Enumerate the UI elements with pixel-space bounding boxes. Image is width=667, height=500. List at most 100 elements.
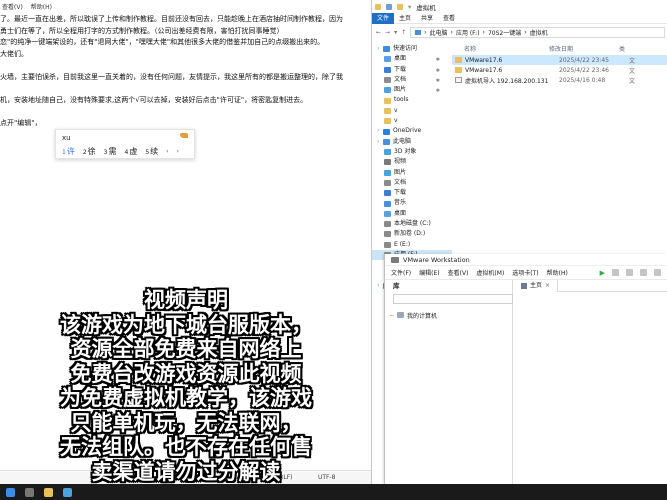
- taskbar-app-icon[interactable]: [25, 487, 34, 497]
- collapse-icon[interactable]: −: [389, 312, 394, 319]
- breadcrumb-item[interactable]: 此电脑: [430, 28, 448, 37]
- text-line: 了。最近一直在出差，所以耽误了上传和制作教程。目前还没有回去，只能趁晚上在酒店抽…: [0, 15, 343, 23]
- menu-view[interactable]: 查看(V): [2, 2, 23, 11]
- vm-menu-file[interactable]: 文件(F): [391, 268, 411, 277]
- nav-item[interactable]: 图片 ✱: [372, 85, 452, 95]
- nav-item[interactable]: 本地磁盘 (C:): [372, 219, 452, 229]
- toolbar-icon[interactable]: [612, 269, 619, 276]
- properties-icon[interactable]: [386, 3, 392, 10]
- expand-chevron-icon[interactable]: ›: [377, 137, 381, 147]
- nav-item[interactable]: 文档 ✱: [372, 75, 452, 85]
- nav-item-label: 视频: [394, 158, 407, 166]
- vm-menu-vm[interactable]: 虚拟机(M): [476, 268, 504, 277]
- library-list: − 我的计算机: [389, 310, 437, 320]
- column-type[interactable]: 类: [619, 44, 625, 54]
- ime-candidate[interactable]: 4虚: [124, 146, 137, 157]
- folder-icon: [375, 3, 381, 10]
- nav-item[interactable]: 下载: [372, 188, 452, 198]
- nav-item[interactable]: › 快速访问: [372, 44, 452, 54]
- nav-item-label: 下载: [394, 189, 407, 197]
- folder-icon: [455, 57, 462, 63]
- menu-help[interactable]: 帮助(H): [31, 2, 52, 11]
- text-line: [0, 60, 371, 72]
- expand-chevron-icon[interactable]: ›: [377, 44, 381, 54]
- explorer-title: 虚拟机: [416, 3, 436, 12]
- ribbon-tab-home[interactable]: 主页: [394, 13, 416, 24]
- nav-item-label: 音乐: [394, 199, 407, 207]
- notepad-text-area[interactable]: 了。最近一直在出差，所以耽误了上传和制作教程。目前还没有回去，只能趁晚上在酒店抽…: [0, 14, 371, 129]
- vm-menu-view[interactable]: 查看(V): [448, 268, 469, 277]
- vmware-logo-icon: [391, 256, 399, 263]
- address-bar[interactable]: › 此电脑 › 应用 (F:) › 70S2一键端 › 虚拟机: [410, 26, 665, 38]
- file-explorer-taskbar-icon[interactable]: [44, 487, 53, 497]
- nav-item-icon: [384, 66, 391, 73]
- library-search-input[interactable]: [393, 294, 513, 304]
- nav-item[interactable]: 下载 ✱: [372, 65, 452, 75]
- ime-next-page-icon[interactable]: ›: [177, 148, 179, 155]
- nav-item-icon: [384, 97, 391, 104]
- forward-arrow-icon[interactable]: →: [385, 29, 390, 36]
- vm-menu-edit[interactable]: 编辑(E): [419, 268, 439, 277]
- breadcrumb-separator: ›: [424, 28, 427, 36]
- power-on-icon[interactable]: ▶: [600, 269, 605, 277]
- tab-home[interactable]: 主页 ×: [514, 279, 559, 292]
- breadcrumb-item[interactable]: 应用 (F:): [456, 28, 480, 37]
- nav-item[interactable]: E (E:): [372, 240, 452, 250]
- ime-candidate[interactable]: 3需: [104, 146, 117, 157]
- ribbon-tab-view[interactable]: 查看: [438, 13, 460, 24]
- library-item[interactable]: − 我的计算机: [389, 310, 437, 320]
- ribbon-tab-share[interactable]: 共享: [416, 13, 438, 24]
- nav-item[interactable]: v: [372, 116, 452, 126]
- column-name[interactable]: 名称: [452, 44, 549, 54]
- column-date[interactable]: 修改日期: [549, 44, 619, 54]
- nav-item-label: 图片: [394, 86, 407, 94]
- breadcrumb-item[interactable]: 70S2一键端: [488, 28, 521, 37]
- toolbar-icon[interactable]: [626, 269, 633, 276]
- up-arrow-icon[interactable]: ↑: [401, 29, 406, 36]
- nav-item[interactable]: 音乐: [372, 198, 452, 208]
- text-line: [0, 83, 371, 95]
- ime-prev-page-icon[interactable]: ‹: [166, 148, 168, 155]
- breadcrumb-separator: ›: [524, 28, 527, 36]
- vmware-tab-strip: 主页 ×: [514, 279, 667, 292]
- ribbon-tab-file[interactable]: 文件: [372, 12, 395, 24]
- toolbar-icon[interactable]: [640, 269, 647, 276]
- vm-menu-help[interactable]: 帮助(H): [547, 268, 568, 277]
- new-folder-icon[interactable]: [397, 3, 403, 10]
- nav-item[interactable]: tools: [372, 95, 452, 105]
- nav-item-icon: [384, 221, 391, 228]
- toolbar-icon[interactable]: [654, 269, 661, 276]
- nav-item[interactable]: 文档: [372, 178, 452, 188]
- close-tab-icon[interactable]: ×: [545, 280, 550, 292]
- back-arrow-icon[interactable]: ←: [376, 29, 381, 36]
- nav-item[interactable]: › 此电脑: [372, 137, 452, 147]
- start-icon[interactable]: [6, 487, 15, 497]
- file-row[interactable]: VMware17.6 2025/4/22 23:46 文: [452, 65, 667, 75]
- file-row[interactable]: VMware17.6 2025/4/22 23:45 文: [452, 55, 667, 65]
- nav-item[interactable]: v: [372, 106, 452, 116]
- vmware-library: 库 − 我的计算机: [385, 280, 513, 484]
- quick-access-dropdown-icon[interactable]: ▾: [408, 3, 411, 11]
- expand-chevron-icon[interactable]: ›: [377, 126, 381, 136]
- nav-item[interactable]: 桌面 ✱: [372, 54, 452, 64]
- ime-candidate[interactable]: 1许: [62, 146, 75, 157]
- nav-item[interactable]: 图片: [372, 168, 452, 178]
- ime-candidate[interactable]: 5续: [145, 146, 158, 157]
- nav-item[interactable]: 视频: [372, 157, 452, 167]
- ime-candidate[interactable]: 2徐: [83, 146, 96, 157]
- nav-item[interactable]: 3D 对象: [372, 147, 452, 157]
- vm-menu-tabs[interactable]: 选项卡(T): [512, 268, 538, 277]
- nav-item-label: tools: [394, 96, 409, 104]
- recent-dropdown-icon[interactable]: ▾: [394, 29, 397, 36]
- nav-item[interactable]: 新加卷 (D:): [372, 229, 452, 239]
- nav-item[interactable]: › OneDrive: [372, 126, 452, 136]
- nav-item-icon: [383, 138, 390, 145]
- taskbar-app-icon[interactable]: [63, 487, 72, 497]
- nav-item-icon: [384, 169, 391, 176]
- nav-item[interactable]: 桌面: [372, 209, 452, 219]
- breadcrumb-item[interactable]: 虚拟机: [530, 28, 548, 37]
- nav-item-icon: [384, 180, 391, 186]
- file-name: VMware17.6: [465, 66, 503, 74]
- file-row[interactable]: 虚拟机导入 192.168.200.131 2025/4/16 0:48 文: [452, 75, 667, 85]
- nav-item-icon: [384, 200, 391, 207]
